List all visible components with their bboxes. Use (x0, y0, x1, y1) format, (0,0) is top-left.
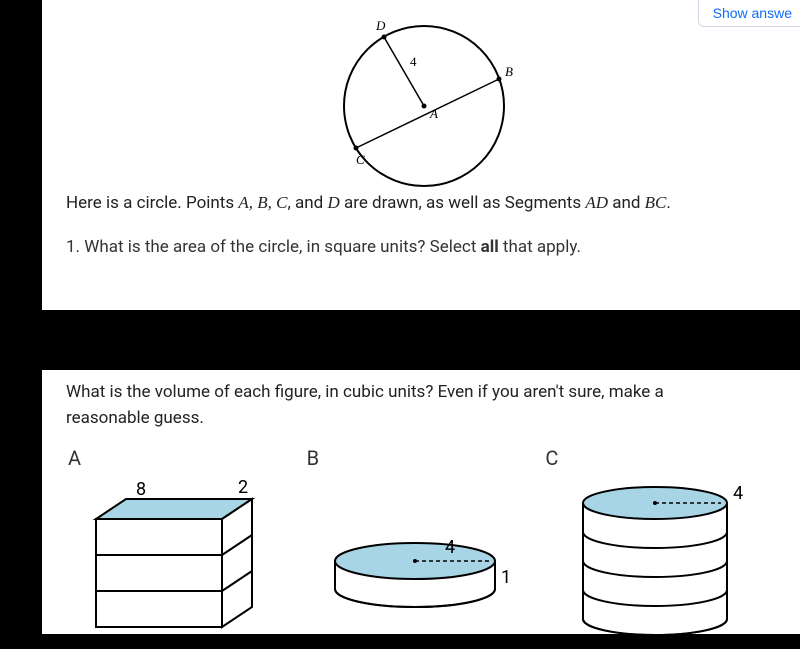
figB-radius: 4 (445, 537, 455, 558)
q1-subtext: 1. What is the area of the circle, in sq… (66, 235, 782, 261)
q1-text: Here is a circle. Points A, B, C, and D … (66, 190, 782, 217)
label-B: B (505, 64, 513, 79)
q2-text: What is the volume of each figure, in cu… (66, 380, 706, 431)
figure-B: B 4 1 (305, 443, 544, 649)
circle-diagram: A D 4 B C (66, 0, 782, 190)
figure-A-label: A (66, 443, 305, 473)
figB-height: 1 (501, 567, 511, 588)
figure-A: A 8 2 (66, 443, 305, 649)
question-panel-2: What is the volume of each figure, in cu… (42, 370, 800, 634)
label-A: A (429, 106, 438, 121)
question-panel-1: Show answe A D 4 B C (42, 0, 800, 310)
figure-C-label: C (543, 443, 782, 473)
label-C: C (356, 152, 365, 167)
figA-dim-long: 8 (136, 479, 146, 500)
figA-dim-short: 2 (238, 479, 248, 498)
show-answer-button[interactable]: Show answe (698, 0, 800, 27)
label-D: D (375, 18, 386, 33)
figure-C: C 4 (543, 443, 782, 649)
figure-B-label: B (305, 443, 544, 473)
figC-radius: 4 (733, 483, 743, 504)
label-chord-len: 4 (410, 54, 417, 69)
